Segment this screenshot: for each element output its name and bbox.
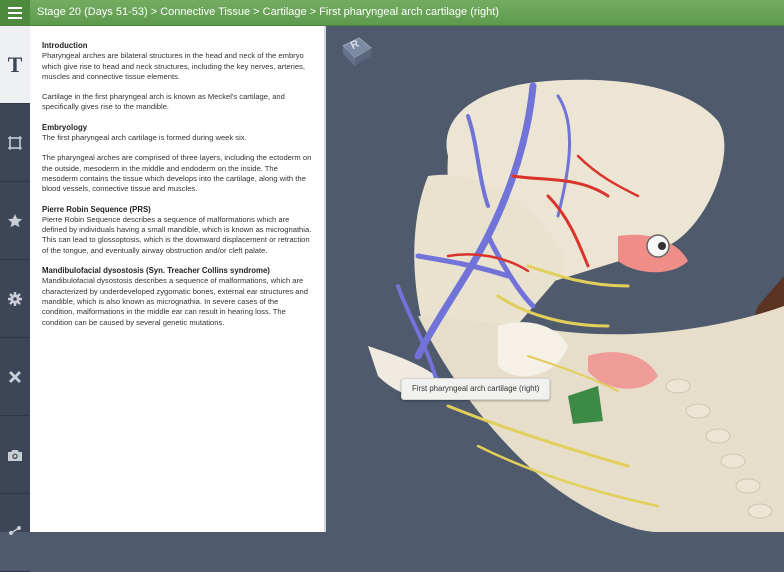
frame-icon (8, 135, 22, 150)
introduction-heading: Introduction (42, 41, 88, 50)
introduction-paragraph: Cartilage in the first pharyngeal arch i… (42, 92, 285, 112)
structure-tooltip: First pharyngeal arch cartilage (right) (401, 378, 551, 400)
camera-icon (8, 449, 22, 461)
orientation-cube[interactable]: R (337, 36, 372, 66)
gear-icon (8, 291, 22, 306)
sidebar-item-favorites[interactable] (0, 182, 30, 260)
prs-heading: Pierre Robin Sequence (PRS) (42, 204, 151, 214)
cross-tools-icon (9, 370, 21, 383)
mandibulofacial-paragraph: Mandibulofacial dysostosis describes a s… (42, 276, 308, 327)
embryology-paragraph: The pharyngeal arches are comprised of t… (42, 153, 312, 194)
sidebar-item-camera[interactable] (0, 416, 30, 494)
text-icon: T (7, 51, 23, 77)
sidebar-item-tools[interactable] (0, 338, 30, 416)
sidebar-item-views[interactable] (0, 104, 30, 182)
embryo-head-model[interactable] (328, 26, 784, 532)
menu-button[interactable] (0, 0, 30, 25)
embryology-paragraph: The first pharyngeal arch cartilage is f… (42, 133, 247, 143)
star-icon (7, 213, 23, 227)
3d-viewport[interactable]: R (328, 26, 784, 532)
share-icon (9, 525, 21, 535)
introduction-paragraph: Pharyngeal arches are bilateral structur… (42, 51, 305, 81)
tool-sidebar: T (0, 26, 30, 572)
embryology-heading: Embryology (42, 122, 88, 132)
info-panel: Introduction Pharyngeal arches are bilat… (30, 26, 326, 532)
sidebar-item-settings[interactable] (0, 260, 30, 338)
prs-paragraph: Pierre Robin Sequence describes a sequen… (42, 214, 312, 255)
sidebar-item-text[interactable]: T (0, 26, 30, 104)
breadcrumb: Stage 20 (Days 51-53) > Connective Tissu… (37, 6, 499, 18)
top-bar: Stage 20 (Days 51-53) > Connective Tissu… (0, 0, 784, 26)
sidebar-item-share[interactable] (0, 494, 30, 572)
hamburger-menu-icon (8, 6, 22, 19)
mandibulofacial-heading: Mandibulofacial dysostosis (Syn. Treache… (42, 266, 270, 276)
